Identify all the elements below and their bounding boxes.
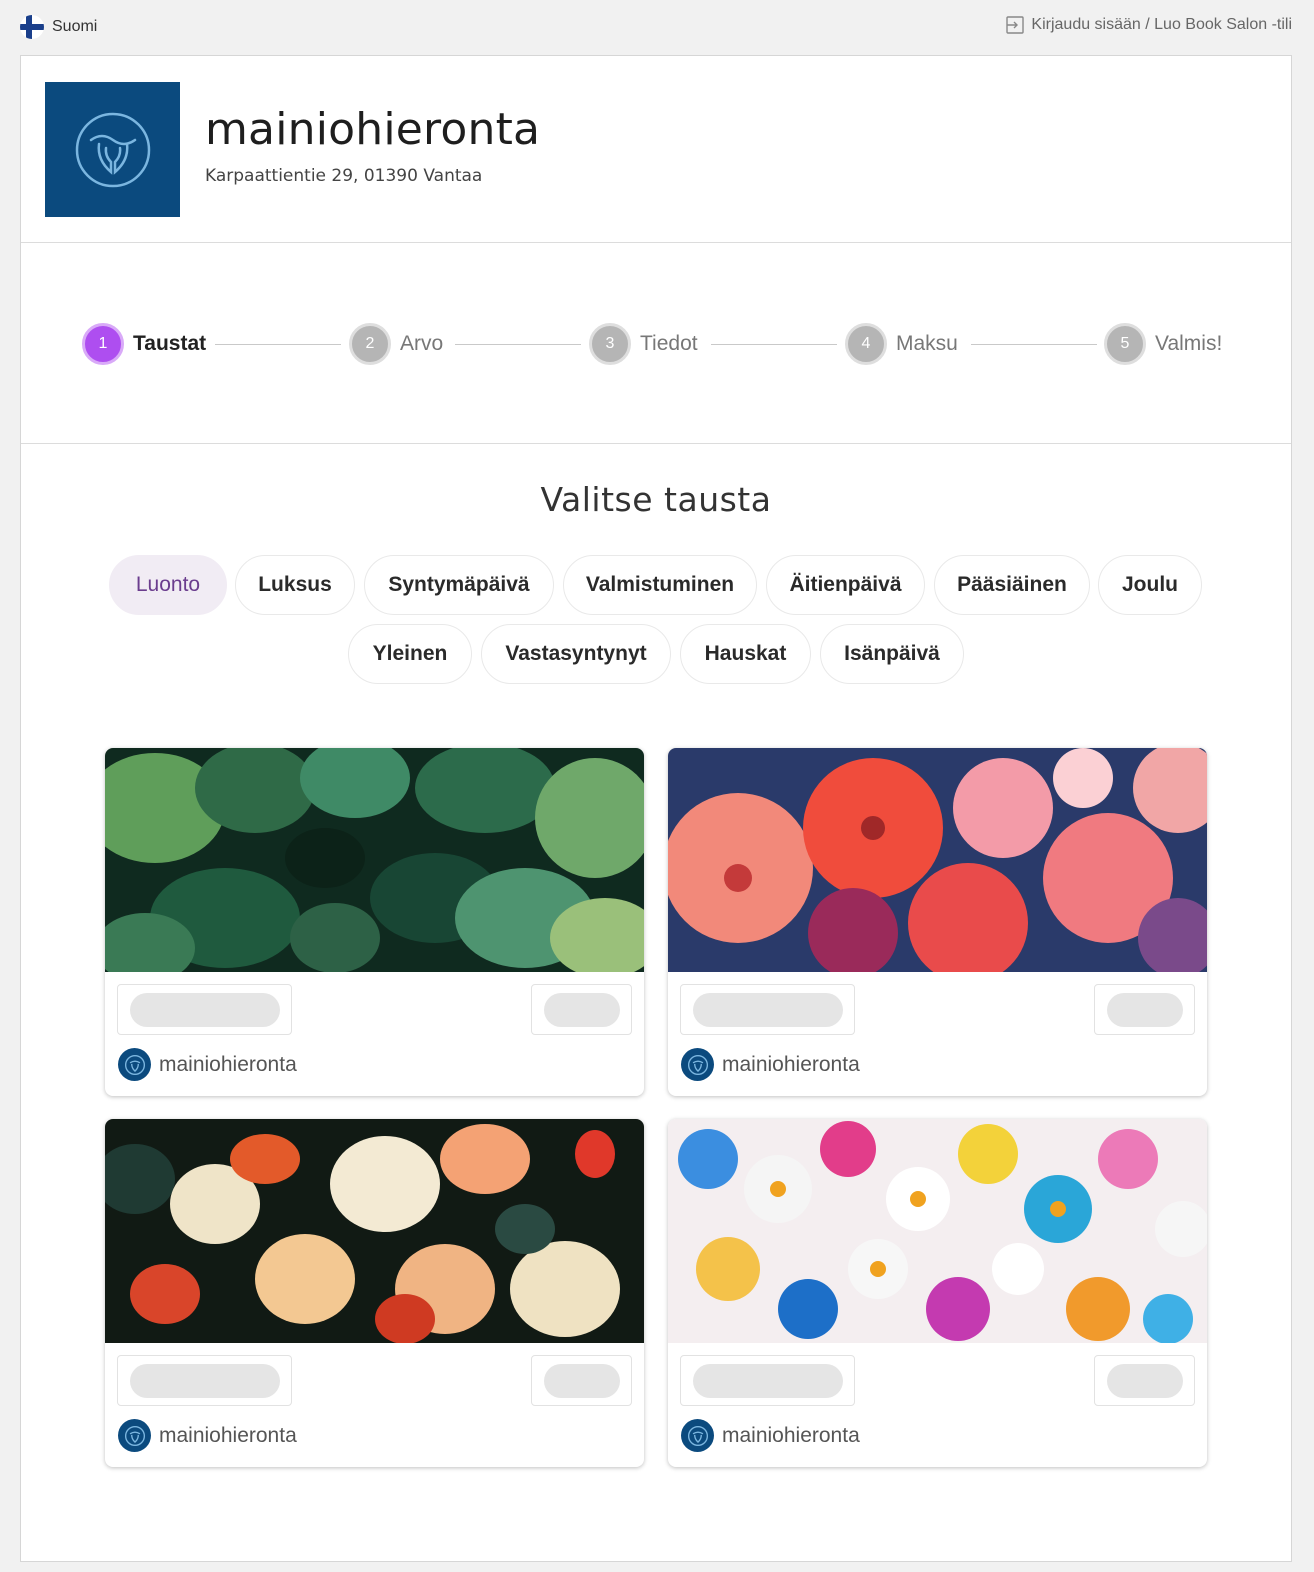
language-label: Suomi — [52, 18, 98, 35]
category-chip-aitienpaiva[interactable]: Äitienpäivä — [766, 555, 925, 615]
step-number: 5 — [1104, 323, 1146, 365]
progress-stepper: 1 Taustat 2 Arvo 3 Tiedot 4 Maksu 5 Valm… — [21, 243, 1291, 444]
step-label: Arvo — [400, 332, 444, 355]
step-maksu: 4 Maksu — [845, 323, 958, 365]
category-chip-isanpaiva[interactable]: Isänpäivä — [820, 624, 964, 684]
step-tiedot: 3 Tiedot — [589, 323, 698, 365]
text-field-placeholder — [680, 1355, 855, 1406]
card-brand: mainiohieronta — [118, 1048, 297, 1081]
card-brand: mainiohieronta — [681, 1048, 860, 1081]
brand-name: mainiohieronta — [159, 1052, 297, 1076]
step-number: 3 — [589, 323, 631, 365]
step-connector — [215, 344, 341, 345]
step-label: Tiedot — [640, 332, 698, 355]
login-label: Kirjaudu sisään / Luo Book Salon -tili — [1031, 16, 1292, 33]
step-label: Valmis! — [1155, 332, 1223, 355]
background-card[interactable]: mainiohieronta — [105, 1119, 644, 1467]
brand-name: mainiohieronta — [722, 1423, 860, 1447]
value-field-placeholder — [531, 1355, 632, 1406]
category-chip-hauskat[interactable]: Hauskat — [680, 624, 811, 684]
card-brand: mainiohieronta — [681, 1419, 860, 1452]
brand-logo-icon — [118, 1419, 151, 1452]
background-card[interactable]: mainiohieronta — [668, 748, 1207, 1096]
step-valmis: 5 Valmis! — [1104, 323, 1222, 365]
step-arvo: 2 Arvo — [349, 323, 443, 365]
background-image-colorful-daisies — [668, 1119, 1207, 1343]
background-image-lilies-on-dark — [105, 1119, 644, 1343]
login-icon — [1006, 16, 1025, 34]
section-title: Valitse tausta — [540, 480, 772, 519]
background-image-tropical-leaves — [105, 748, 644, 972]
salon-logo — [45, 82, 180, 217]
brand-logo-icon — [681, 1419, 714, 1452]
step-number: 4 — [845, 323, 887, 365]
brand-name: mainiohieronta — [159, 1423, 297, 1447]
finland-flag-icon — [20, 15, 44, 39]
step-label: Maksu — [896, 332, 958, 355]
brand-logo-icon — [681, 1048, 714, 1081]
background-card[interactable]: mainiohieronta — [105, 748, 644, 1096]
category-chip-paasiainen[interactable]: Pääsiäinen — [934, 555, 1090, 615]
salon-name: mainiohieronta — [205, 104, 541, 155]
text-field-placeholder — [680, 984, 855, 1035]
step-connector — [455, 344, 581, 345]
step-label: Taustat — [133, 332, 207, 355]
login-link[interactable]: Kirjaudu sisään / Luo Book Salon -tili — [1005, 15, 1292, 35]
category-chip-vastasyntynyt[interactable]: Vastasyntynyt — [481, 624, 671, 684]
step-number: 2 — [349, 323, 391, 365]
step-connector — [971, 344, 1097, 345]
salon-address: Karpaattientie 29, 01390 Vantaa — [205, 166, 483, 186]
background-card[interactable]: mainiohieronta — [668, 1119, 1207, 1467]
category-chip-joulu[interactable]: Joulu — [1098, 555, 1202, 615]
value-field-placeholder — [531, 984, 632, 1035]
booking-panel: mainiohieronta Karpaattientie 29, 01390 … — [20, 55, 1292, 1562]
text-field-placeholder — [117, 1355, 292, 1406]
language-selector[interactable]: Suomi — [20, 15, 97, 39]
card-brand: mainiohieronta — [118, 1419, 297, 1452]
brand-logo-icon — [118, 1048, 151, 1081]
category-chip-luonto[interactable]: Luonto — [109, 555, 227, 615]
step-taustat: 1 Taustat — [82, 323, 206, 365]
value-field-placeholder — [1094, 1355, 1195, 1406]
background-image-hibiscus-flowers — [668, 748, 1207, 972]
salon-header: mainiohieronta Karpaattientie 29, 01390 … — [21, 56, 1291, 243]
hands-wave-logo-icon — [75, 112, 150, 187]
category-chip-valmistuminen[interactable]: Valmistuminen — [563, 555, 757, 615]
step-number: 1 — [82, 323, 124, 365]
category-chip-syntymapaiva[interactable]: Syntymäpäivä — [364, 555, 554, 615]
category-chip-yleinen[interactable]: Yleinen — [348, 624, 472, 684]
text-field-placeholder — [117, 984, 292, 1035]
category-chip-luksus[interactable]: Luksus — [235, 555, 355, 615]
brand-name: mainiohieronta — [722, 1052, 860, 1076]
top-bar: Suomi Kirjaudu sisään / Luo Book Salon -… — [0, 0, 1314, 54]
value-field-placeholder — [1094, 984, 1195, 1035]
step-connector — [711, 344, 837, 345]
